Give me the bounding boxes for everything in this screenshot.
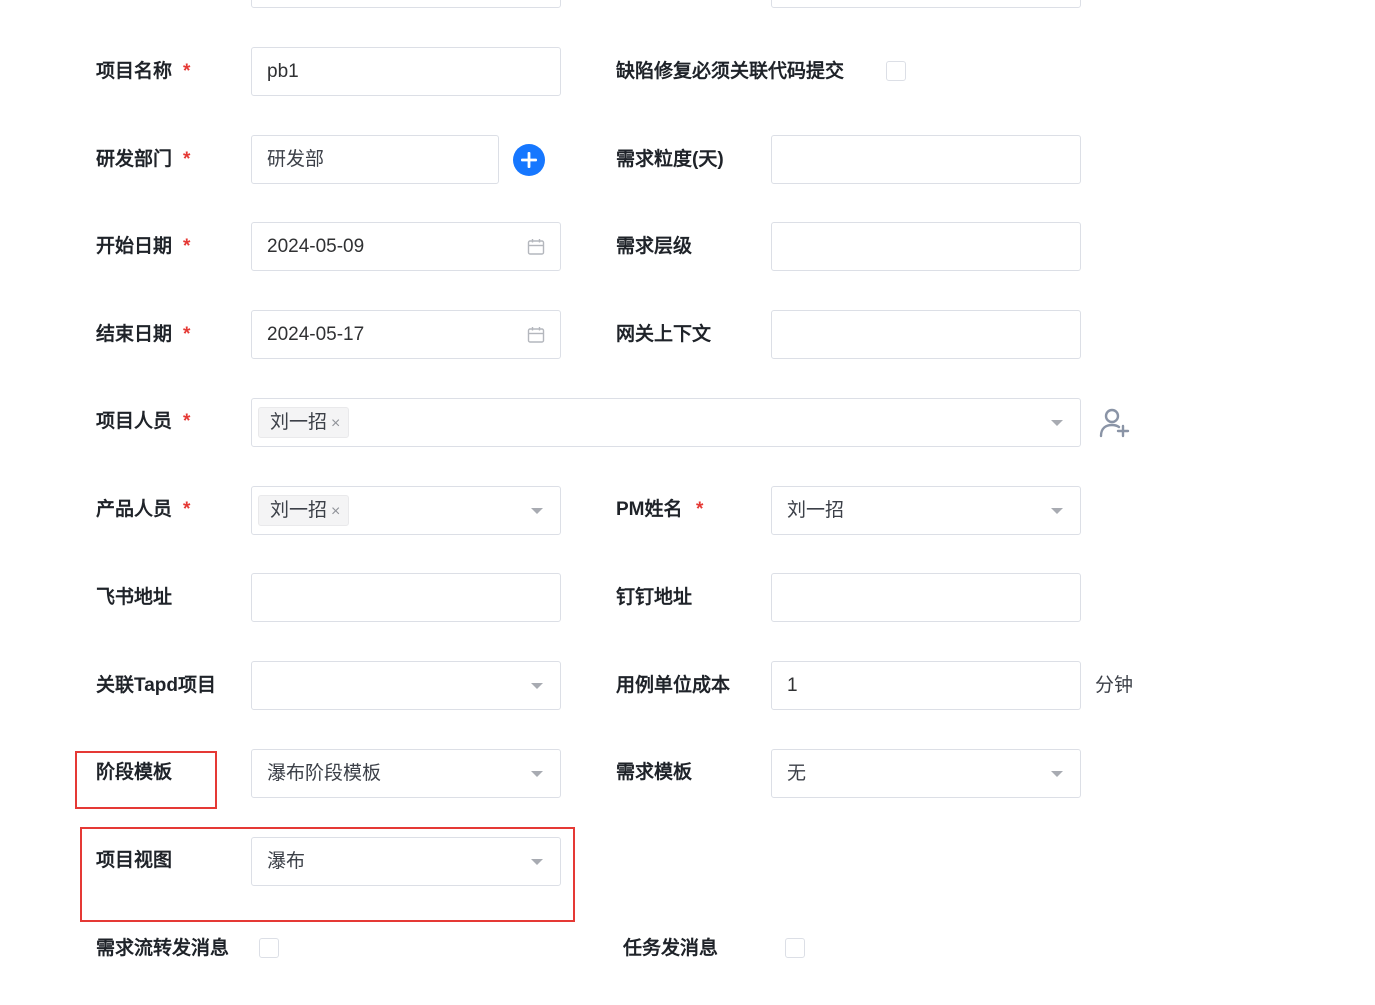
task-msg-label: 任务发消息 [623, 938, 719, 959]
chevron-down-icon[interactable] [1051, 771, 1063, 777]
member-tag: 刘一招 × [258, 495, 350, 526]
previous-left-field[interactable] [251, 0, 561, 8]
dingding-label: 钉钉地址 [616, 587, 693, 608]
chevron-down-icon[interactable] [1051, 508, 1063, 514]
feishu-input[interactable] [251, 573, 561, 622]
required-mark: * [696, 499, 704, 520]
req-template-label: 需求模板 [616, 762, 693, 783]
dept-label: 研发部门 [96, 149, 173, 170]
req-template-select[interactable]: 无 [771, 749, 1081, 798]
product-members-label: 产品人员 [96, 499, 173, 520]
req-level-input[interactable] [771, 222, 1081, 271]
calendar-icon[interactable] [527, 326, 545, 349]
end-date-value: 2024-05-17 [267, 324, 365, 345]
required-mark: * [183, 61, 191, 82]
feishu-label: 飞书地址 [96, 587, 173, 608]
tapd-select[interactable] [251, 661, 561, 710]
chevron-down-icon[interactable] [531, 771, 543, 777]
tag-close-icon[interactable]: × [331, 415, 340, 432]
member-tag-label: 刘一招 [270, 412, 328, 433]
required-mark: * [183, 411, 191, 432]
dept-input[interactable]: 研发部 [251, 135, 499, 184]
end-date-picker[interactable]: 2024-05-17 [251, 310, 561, 359]
calendar-icon[interactable] [527, 238, 545, 261]
stage-template-select[interactable]: 瀑布阶段模板 [251, 749, 561, 798]
start-date-value: 2024-05-09 [267, 236, 365, 257]
start-date-label: 开始日期 [96, 236, 173, 257]
members-label: 项目人员 [96, 411, 173, 432]
pm-name-value: 刘一招 [787, 500, 845, 521]
dept-value: 研发部 [267, 149, 325, 170]
defect-fix-commit-label: 缺陷修复必须关联代码提交 [616, 61, 845, 82]
project-name-label: 项目名称 [96, 61, 173, 82]
chevron-down-icon[interactable] [1051, 420, 1063, 426]
tag-close-icon[interactable]: × [331, 503, 340, 520]
req-flow-msg-label: 需求流转发消息 [96, 938, 230, 959]
tapd-label: 关联Tapd项目 [96, 675, 216, 696]
req-flow-msg-checkbox[interactable] [259, 938, 279, 958]
case-cost-label: 用例单位成本 [616, 675, 731, 696]
gateway-ctx-input[interactable] [771, 310, 1081, 359]
chevron-down-icon[interactable] [531, 683, 543, 689]
defect-fix-commit-checkbox[interactable] [886, 61, 906, 81]
dingding-input[interactable] [771, 573, 1081, 622]
product-members-select[interactable]: 刘一招 × [251, 486, 561, 535]
required-mark: * [183, 499, 191, 520]
project-name-input[interactable]: pb1 [251, 47, 561, 96]
highlight-project-view-row [80, 827, 575, 922]
gateway-ctx-label: 网关上下文 [616, 324, 712, 345]
required-mark: * [183, 236, 191, 257]
req-granularity-label: 需求粒度(天) [616, 149, 724, 170]
req-granularity-input[interactable] [771, 135, 1081, 184]
member-tag-label: 刘一招 [270, 500, 328, 521]
req-template-value: 无 [787, 763, 807, 784]
req-level-label: 需求层级 [616, 236, 693, 257]
case-cost-input[interactable]: 1 [771, 661, 1081, 710]
task-msg-checkbox[interactable] [785, 938, 805, 958]
required-mark: * [183, 149, 191, 170]
case-cost-value: 1 [787, 675, 798, 696]
highlight-stage-template-label [75, 751, 217, 809]
previous-right-field[interactable] [771, 0, 1081, 8]
chevron-down-icon[interactable] [531, 508, 543, 514]
pm-name-select[interactable]: 刘一招 [771, 486, 1081, 535]
stage-template-value: 瀑布阶段模板 [267, 763, 382, 784]
end-date-label: 结束日期 [96, 324, 173, 345]
user-add-icon[interactable] [1099, 408, 1131, 438]
member-tag: 刘一招 × [258, 407, 350, 438]
case-cost-unit: 分钟 [1095, 675, 1134, 696]
plus-circle-icon[interactable] [513, 144, 545, 176]
project-name-value: pb1 [267, 61, 299, 82]
required-mark: * [183, 324, 191, 345]
start-date-picker[interactable]: 2024-05-09 [251, 222, 561, 271]
pm-name-label: PM姓名 [616, 499, 683, 520]
members-select[interactable]: 刘一招 × [251, 398, 1081, 447]
